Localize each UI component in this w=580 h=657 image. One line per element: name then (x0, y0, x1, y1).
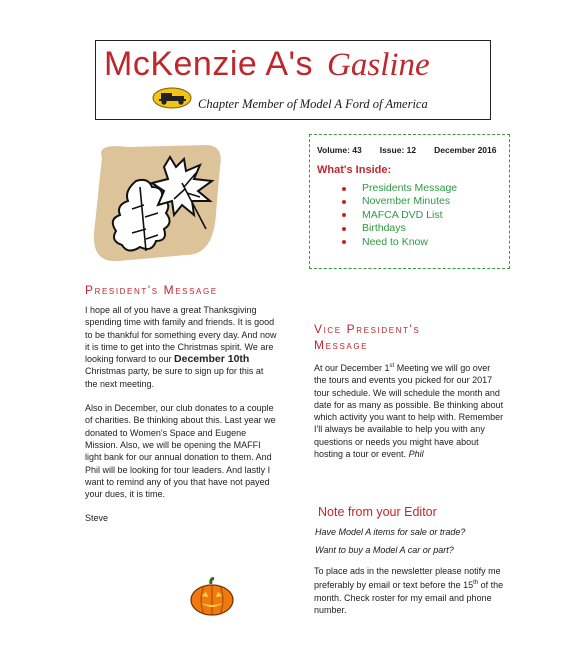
presidents-message-heading: President's Message (85, 283, 218, 297)
contents-list: Presidents Message November Minutes MAFC… (340, 182, 457, 249)
contents-item: Presidents Message (340, 182, 457, 195)
party-date: December 10th (174, 353, 250, 366)
autumn-leaves-illustration (93, 145, 221, 262)
contents-item: November Minutes (340, 195, 457, 208)
presidents-paragraph-1: I hope all of you have a great Thanksgiv… (85, 305, 277, 389)
presidents-paragraph-2: Also in December, our club donates to a … (85, 403, 276, 500)
contents-item: Birthdays (340, 222, 457, 235)
contents-item: Need to Know (340, 236, 457, 249)
editor-note-body: To place ads in the newsletter please no… (314, 566, 504, 615)
tagline: Chapter Member of Model A Ford of Americ… (198, 97, 428, 111)
whats-inside-heading: What's Inside: (317, 164, 392, 176)
vp-signature: Phil (408, 449, 424, 460)
volume-label: Volume: 43 (317, 145, 362, 155)
editor-question-2: Want to buy a Model A car or part? (315, 545, 454, 555)
vice-presidents-message-heading: Vice President's Message (314, 322, 421, 352)
model-a-car-logo-icon (152, 87, 192, 109)
issue-label: Issue: 12 (379, 145, 417, 155)
vice-presidents-message-body: At our December 1st Meeting we will go o… (314, 363, 504, 460)
issue-line: Volume: 43 Issue: 12 December 2016 (317, 145, 515, 155)
presidents-signoff: Steve (85, 513, 109, 524)
pumpkin-icon (190, 577, 234, 616)
masthead: McKenzie A's Gasline Chapter Member of Mo… (95, 40, 491, 120)
editor-note-heading: Note from your Editor (318, 505, 437, 519)
editor-question-1: Have Model A items for sale or trade? (315, 527, 466, 537)
contents-item: MAFCA DVD List (340, 209, 457, 222)
newsletter-title: McKenzie A's Gasline (104, 45, 430, 84)
presidents-message-body: I hope all of you have a great Thanksgiv… (85, 304, 277, 525)
title-accent: Gasline (327, 47, 430, 83)
title-main: McKenzie A's (104, 45, 314, 83)
issue-date: December 2016 (434, 145, 497, 155)
issue-info-box: Volume: 43 Issue: 12 December 2016 What's … (309, 134, 510, 269)
